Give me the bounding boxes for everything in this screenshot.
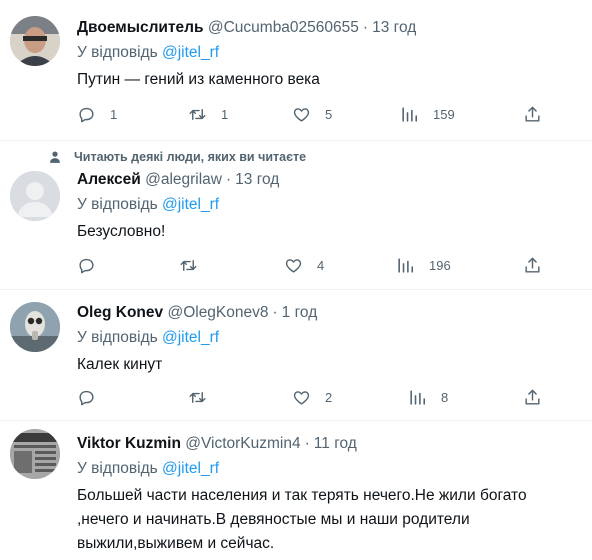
- retweet-button[interactable]: [179, 255, 198, 275]
- views-count: 159: [433, 106, 455, 122]
- heart-icon: [293, 390, 310, 405]
- views-icon: [402, 106, 418, 122]
- reply-icon: [79, 107, 94, 122]
- tweet[interactable]: Двоемыслитель @Cucumba02560655 · 13 год У …: [0, 0, 592, 140]
- reply-context: У відповідь @jitel_rf: [77, 195, 580, 215]
- views-button[interactable]: 159: [400, 104, 455, 124]
- author-handle[interactable]: @VictorKuzmin4: [185, 435, 300, 452]
- views-count: 196: [429, 257, 451, 273]
- reply-mention[interactable]: @jitel_rf: [162, 460, 219, 477]
- reply-button[interactable]: 1: [77, 104, 117, 124]
- reply-button[interactable]: [77, 387, 96, 407]
- share-button[interactable]: [523, 255, 542, 275]
- retweet-count: 1: [221, 106, 229, 122]
- author-handle[interactable]: @alegrilaw: [145, 171, 222, 188]
- reply-count: 1: [110, 106, 118, 122]
- retweet-button[interactable]: [188, 387, 207, 407]
- views-button[interactable]: 196: [396, 255, 451, 275]
- share-icon: [525, 106, 540, 122]
- reply-prefix: У відповідь: [77, 329, 158, 346]
- retweet-icon: [180, 259, 197, 271]
- like-button[interactable]: 2: [292, 387, 332, 407]
- views-icon: [410, 389, 426, 405]
- like-count: 4: [317, 257, 325, 273]
- reply-mention[interactable]: @jitel_rf: [162, 196, 219, 213]
- timestamp[interactable]: 11 год: [314, 435, 357, 452]
- timestamp[interactable]: 13 год: [235, 171, 279, 188]
- author-name[interactable]: Двоемыслитель: [77, 19, 204, 36]
- retweet-button[interactable]: 1: [188, 104, 228, 124]
- author-handle[interactable]: @Cucumba02560655: [208, 19, 359, 36]
- views-count: 8: [441, 389, 449, 405]
- tweet[interactable]: Oleg Konev @OlegKonev8 · 1 год У відповідь…: [0, 290, 592, 420]
- separator-dot: ·: [272, 304, 278, 321]
- like-button[interactable]: 5: [292, 104, 332, 124]
- views-icon: [398, 257, 414, 273]
- reply-icon: [79, 390, 94, 405]
- tweet-text: Большей части населения и так терять неч…: [77, 487, 527, 552]
- author-name[interactable]: Viktor Kuzmin: [77, 435, 181, 452]
- reply-button[interactable]: [77, 255, 96, 275]
- share-icon: [525, 257, 540, 273]
- reply-prefix: У відповідь: [77, 196, 158, 213]
- tweet-text: Безусловно!: [77, 223, 166, 240]
- share-button[interactable]: [523, 387, 542, 407]
- avatar[interactable]: [10, 429, 60, 479]
- heart-icon: [285, 258, 302, 273]
- social-context[interactable]: Читають деякі люди, яких ви читаєте: [46, 149, 306, 165]
- heart-icon: [293, 107, 310, 122]
- reply-prefix: У відповідь: [77, 460, 158, 477]
- reply-mention[interactable]: @jitel_rf: [162, 329, 219, 346]
- avatar[interactable]: [10, 171, 60, 221]
- tweet-text: Калек кинут: [77, 356, 163, 373]
- share-button[interactable]: [523, 104, 542, 124]
- share-icon: [525, 389, 540, 405]
- retweet-icon: [189, 391, 206, 403]
- separator-dot: ·: [304, 435, 310, 452]
- tweet[interactable]: Читають деякі люди, яких ви читаєте Алек…: [0, 141, 592, 289]
- reply-context: У відповідь @jitel_rf: [77, 328, 580, 348]
- tweet[interactable]: Viktor Kuzmin @VictorKuzmin4 · 11 год У ві…: [0, 421, 592, 560]
- reply-prefix: У відповідь: [77, 44, 158, 61]
- like-count: 2: [325, 389, 333, 405]
- timestamp[interactable]: 1 год: [282, 304, 318, 321]
- avatar[interactable]: [10, 16, 60, 66]
- like-button[interactable]: 4: [284, 255, 324, 275]
- like-count: 5: [325, 106, 333, 122]
- separator-dot: ·: [362, 19, 369, 36]
- reply-mention[interactable]: @jitel_rf: [162, 44, 219, 61]
- person-icon: [46, 149, 64, 165]
- author-name[interactable]: Oleg Konev: [77, 304, 163, 321]
- views-button[interactable]: 8: [408, 387, 448, 407]
- social-context-text: Читають деякі люди, яких ви читаєте: [74, 150, 307, 164]
- reply-icon: [79, 258, 94, 273]
- reply-context: У відповідь @jitel_rf: [77, 459, 580, 479]
- author-name[interactable]: Алексей: [77, 171, 141, 188]
- avatar[interactable]: [10, 302, 60, 352]
- reply-context: У відповідь @jitel_rf: [77, 43, 580, 63]
- tweet-text: Путин — гений из каменного века: [77, 71, 320, 88]
- author-handle[interactable]: @OlegKonev8: [167, 304, 268, 321]
- timestamp[interactable]: 13 год: [372, 19, 416, 36]
- retweet-icon: [189, 108, 206, 120]
- separator-dot: ·: [226, 171, 232, 188]
